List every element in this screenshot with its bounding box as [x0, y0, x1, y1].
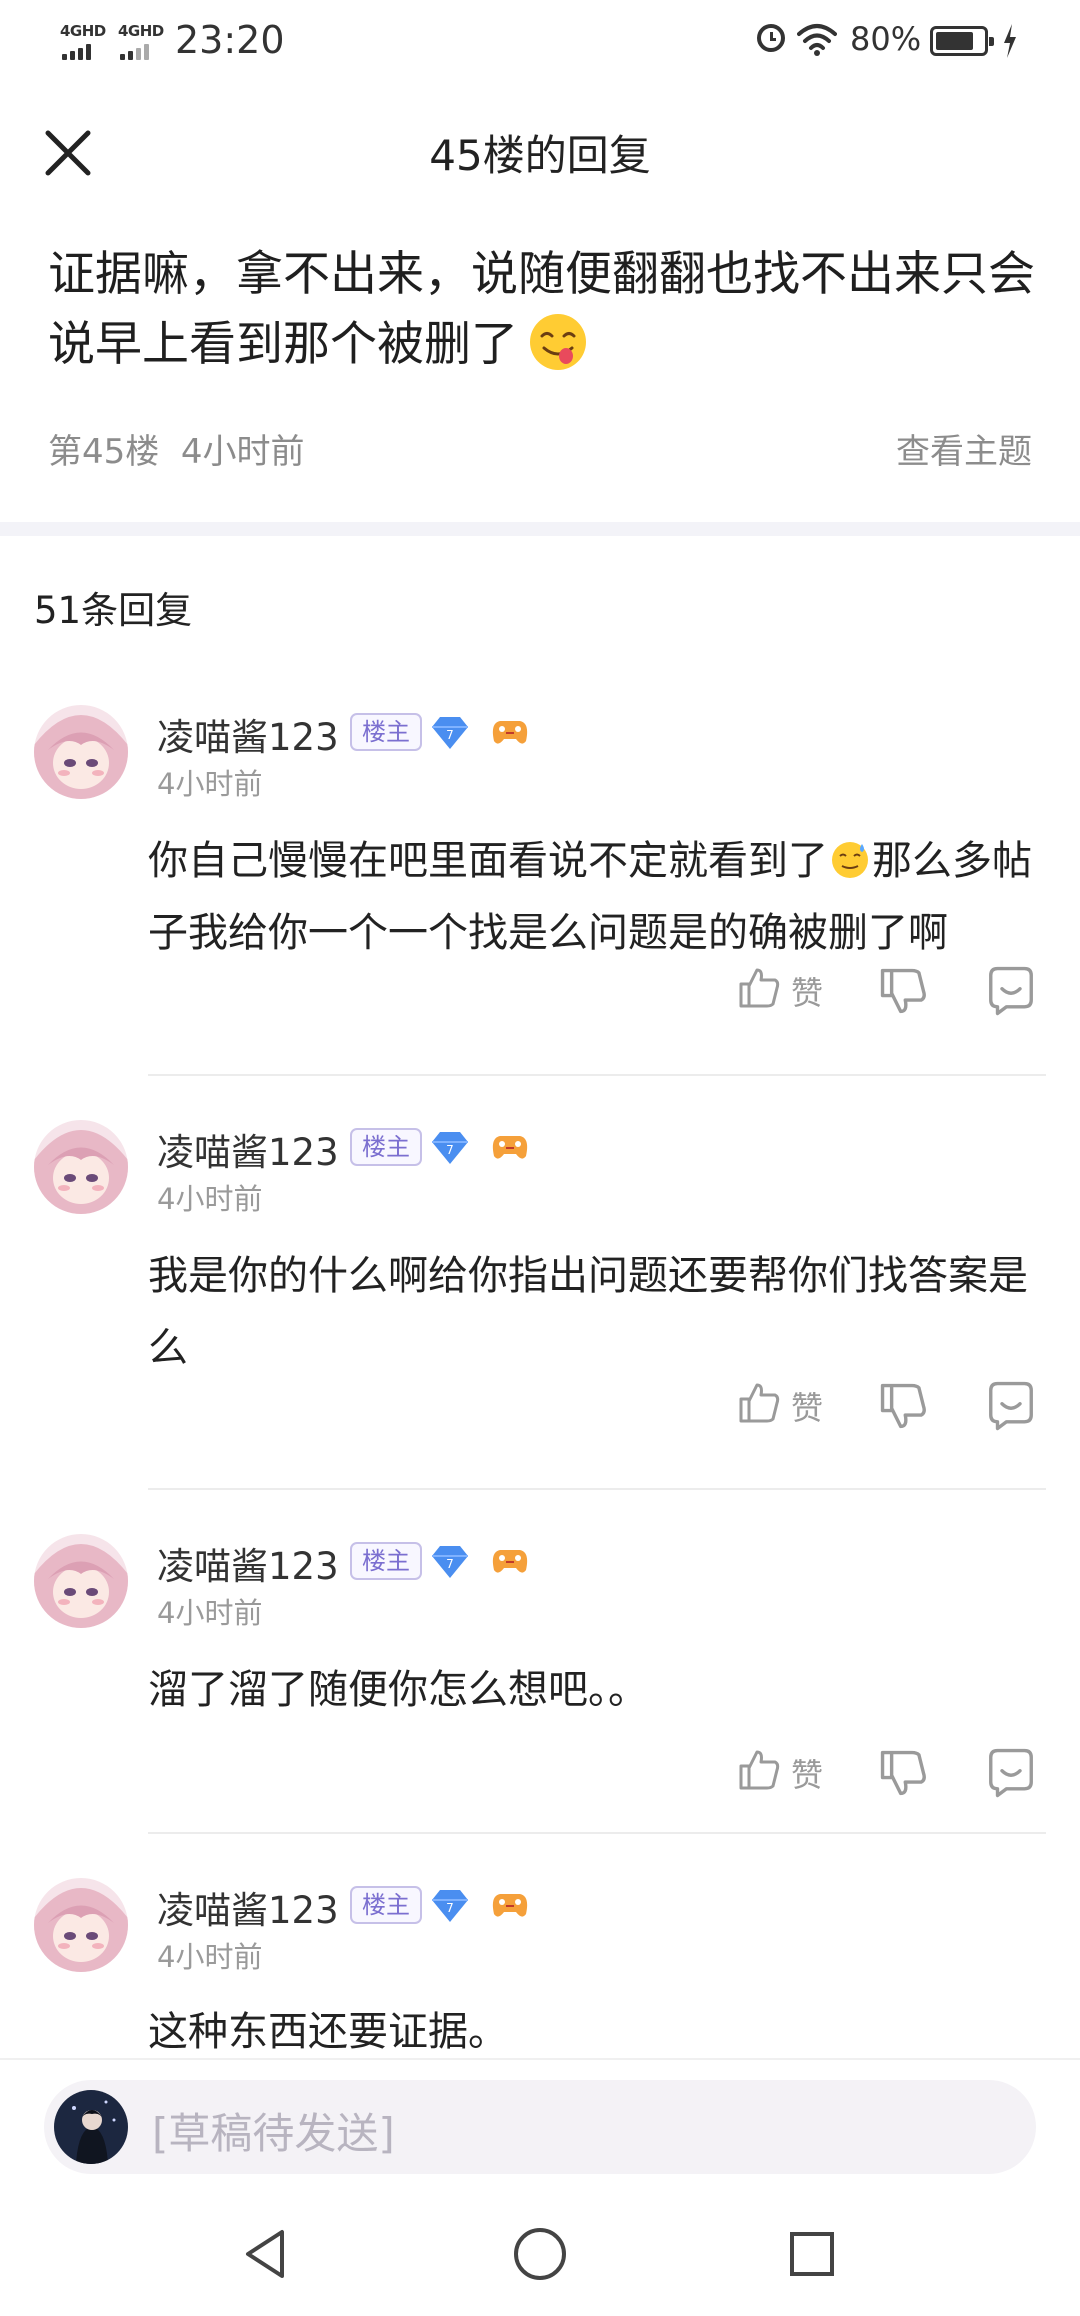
- reply-input-bar: [草稿待发送]: [0, 2058, 1080, 2190]
- like-label: 赞: [791, 1756, 824, 1794]
- recents-icon[interactable]: [780, 2222, 844, 2286]
- view-topic-link[interactable]: 查看主题: [896, 424, 1032, 473]
- alarm-icon: [757, 24, 785, 52]
- thumbs-down-icon[interactable]: [878, 1381, 928, 1431]
- reply-actions: 赞: [0, 1742, 1080, 1802]
- like-button[interactable]: 赞: [737, 960, 847, 1020]
- comment-icon[interactable]: [984, 1379, 1038, 1433]
- username[interactable]: 凌喵酱123: [157, 1122, 339, 1176]
- reply-text: 我是你的什么啊给你指出问题还要帮你们找答案是么: [148, 1253, 1028, 1371]
- reply-text: 你自己慢慢在吧里面看说不定就看到了 那么多帖子我给你一个一个找是么问题是的确被删…: [148, 825, 1048, 969]
- floor-post-content: 证据嘛，拿不出来，说随便翻翻也找不出来只会说早上看到那个被删了: [48, 240, 1038, 380]
- owner-badge: 楼主: [350, 1128, 422, 1166]
- owner-badge: 楼主: [350, 1886, 422, 1924]
- battery-percent: 80%: [850, 20, 922, 58]
- reply-actions: 赞: [0, 1375, 1080, 1435]
- signal-bars-icon: [120, 44, 160, 60]
- diamond-level-icon: 7: [432, 717, 468, 749]
- reply-time: 4小时前: [157, 1182, 263, 1216]
- gamepad-icon: [492, 1894, 528, 1917]
- level-number: 7: [446, 728, 454, 742]
- home-icon[interactable]: [508, 2222, 572, 2286]
- reply-separator: [148, 1488, 1046, 1490]
- anime-avatar-icon: [34, 705, 128, 799]
- owner-badge: 楼主: [350, 1542, 422, 1580]
- reply-time: 4小时前: [157, 767, 263, 801]
- gamepad-icon: [492, 1550, 528, 1573]
- username[interactable]: 凌喵酱123: [157, 1536, 339, 1590]
- thumbs-up-icon: [739, 1383, 780, 1423]
- comment-icon[interactable]: [984, 964, 1038, 1018]
- diamond-level-icon: 7: [432, 1546, 468, 1578]
- anime-avatar-icon: [34, 1120, 128, 1214]
- post-meta: 第45楼 4小时前: [48, 424, 305, 473]
- thumbs-down-icon[interactable]: [878, 966, 928, 1016]
- gamepad-icon: [492, 1136, 528, 1159]
- avatar[interactable]: [34, 1878, 128, 1972]
- level-number: 7: [446, 1901, 454, 1915]
- sweat-smile-emoji-icon: [832, 842, 868, 878]
- reply-separator: [148, 1074, 1046, 1076]
- reply-time: 4小时前: [157, 1596, 263, 1630]
- my-avatar: [54, 2090, 128, 2164]
- wifi-icon: [797, 24, 837, 56]
- owner-badge: 楼主: [350, 713, 422, 751]
- like-button[interactable]: 赞: [737, 1375, 847, 1435]
- thumbs-up-icon: [739, 1750, 780, 1790]
- avatar[interactable]: [34, 1534, 128, 1628]
- floor-number: 第45楼: [48, 432, 160, 472]
- status-time: 23:20: [175, 18, 285, 62]
- username[interactable]: 凌喵酱123: [157, 1880, 339, 1934]
- reply-time: 4小时前: [157, 1940, 263, 1974]
- like-button[interactable]: 赞: [737, 1742, 847, 1802]
- diamond-level-icon: 7: [432, 1132, 468, 1164]
- reply-input[interactable]: [草稿待发送]: [44, 2080, 1036, 2174]
- yum-emoji-icon: [530, 314, 586, 370]
- level-number: 7: [446, 1143, 454, 1157]
- section-divider: [0, 522, 1080, 536]
- anime-avatar-icon: [34, 1534, 128, 1628]
- like-label: 赞: [791, 1389, 824, 1427]
- like-label: 赞: [791, 974, 824, 1012]
- reply-actions: 赞: [0, 960, 1080, 1020]
- thumbs-up-icon: [739, 968, 780, 1008]
- signal-2-label: 4GHD: [118, 22, 164, 40]
- anime-avatar-icon: [34, 1878, 128, 1972]
- reply-separator: [148, 1832, 1046, 1834]
- charging-icon: [1004, 24, 1016, 58]
- system-nav-bar: [0, 2190, 1080, 2316]
- battery-icon: [930, 26, 994, 56]
- avatar[interactable]: [34, 705, 128, 799]
- reply-text: 溜了溜了随便你怎么想吧。。: [148, 1667, 648, 1713]
- page-title: 45楼的回复: [429, 131, 651, 180]
- diamond-level-icon: 7: [432, 1890, 468, 1922]
- back-icon[interactable]: [236, 2222, 300, 2286]
- status-bar: 4GHD 4GHD 23:20 80%: [0, 0, 1080, 84]
- reply-count: 51条回复: [34, 589, 193, 632]
- reply-text-part: 你自己慢慢在吧里面看说不定就看到了: [148, 838, 828, 884]
- user-avatar-icon: [54, 2090, 128, 2164]
- avatar[interactable]: [34, 1120, 128, 1214]
- post-time: 4小时前: [180, 432, 305, 472]
- comment-icon[interactable]: [984, 1746, 1038, 1800]
- username[interactable]: 凌喵酱123: [157, 707, 339, 761]
- gamepad-icon: [492, 721, 528, 744]
- input-placeholder: [草稿待发送]: [152, 2109, 395, 2158]
- thumbs-down-icon[interactable]: [878, 1748, 928, 1798]
- signal-bars-icon: [62, 44, 102, 60]
- signal-1-label: 4GHD: [60, 22, 106, 40]
- level-number: 7: [446, 1557, 454, 1571]
